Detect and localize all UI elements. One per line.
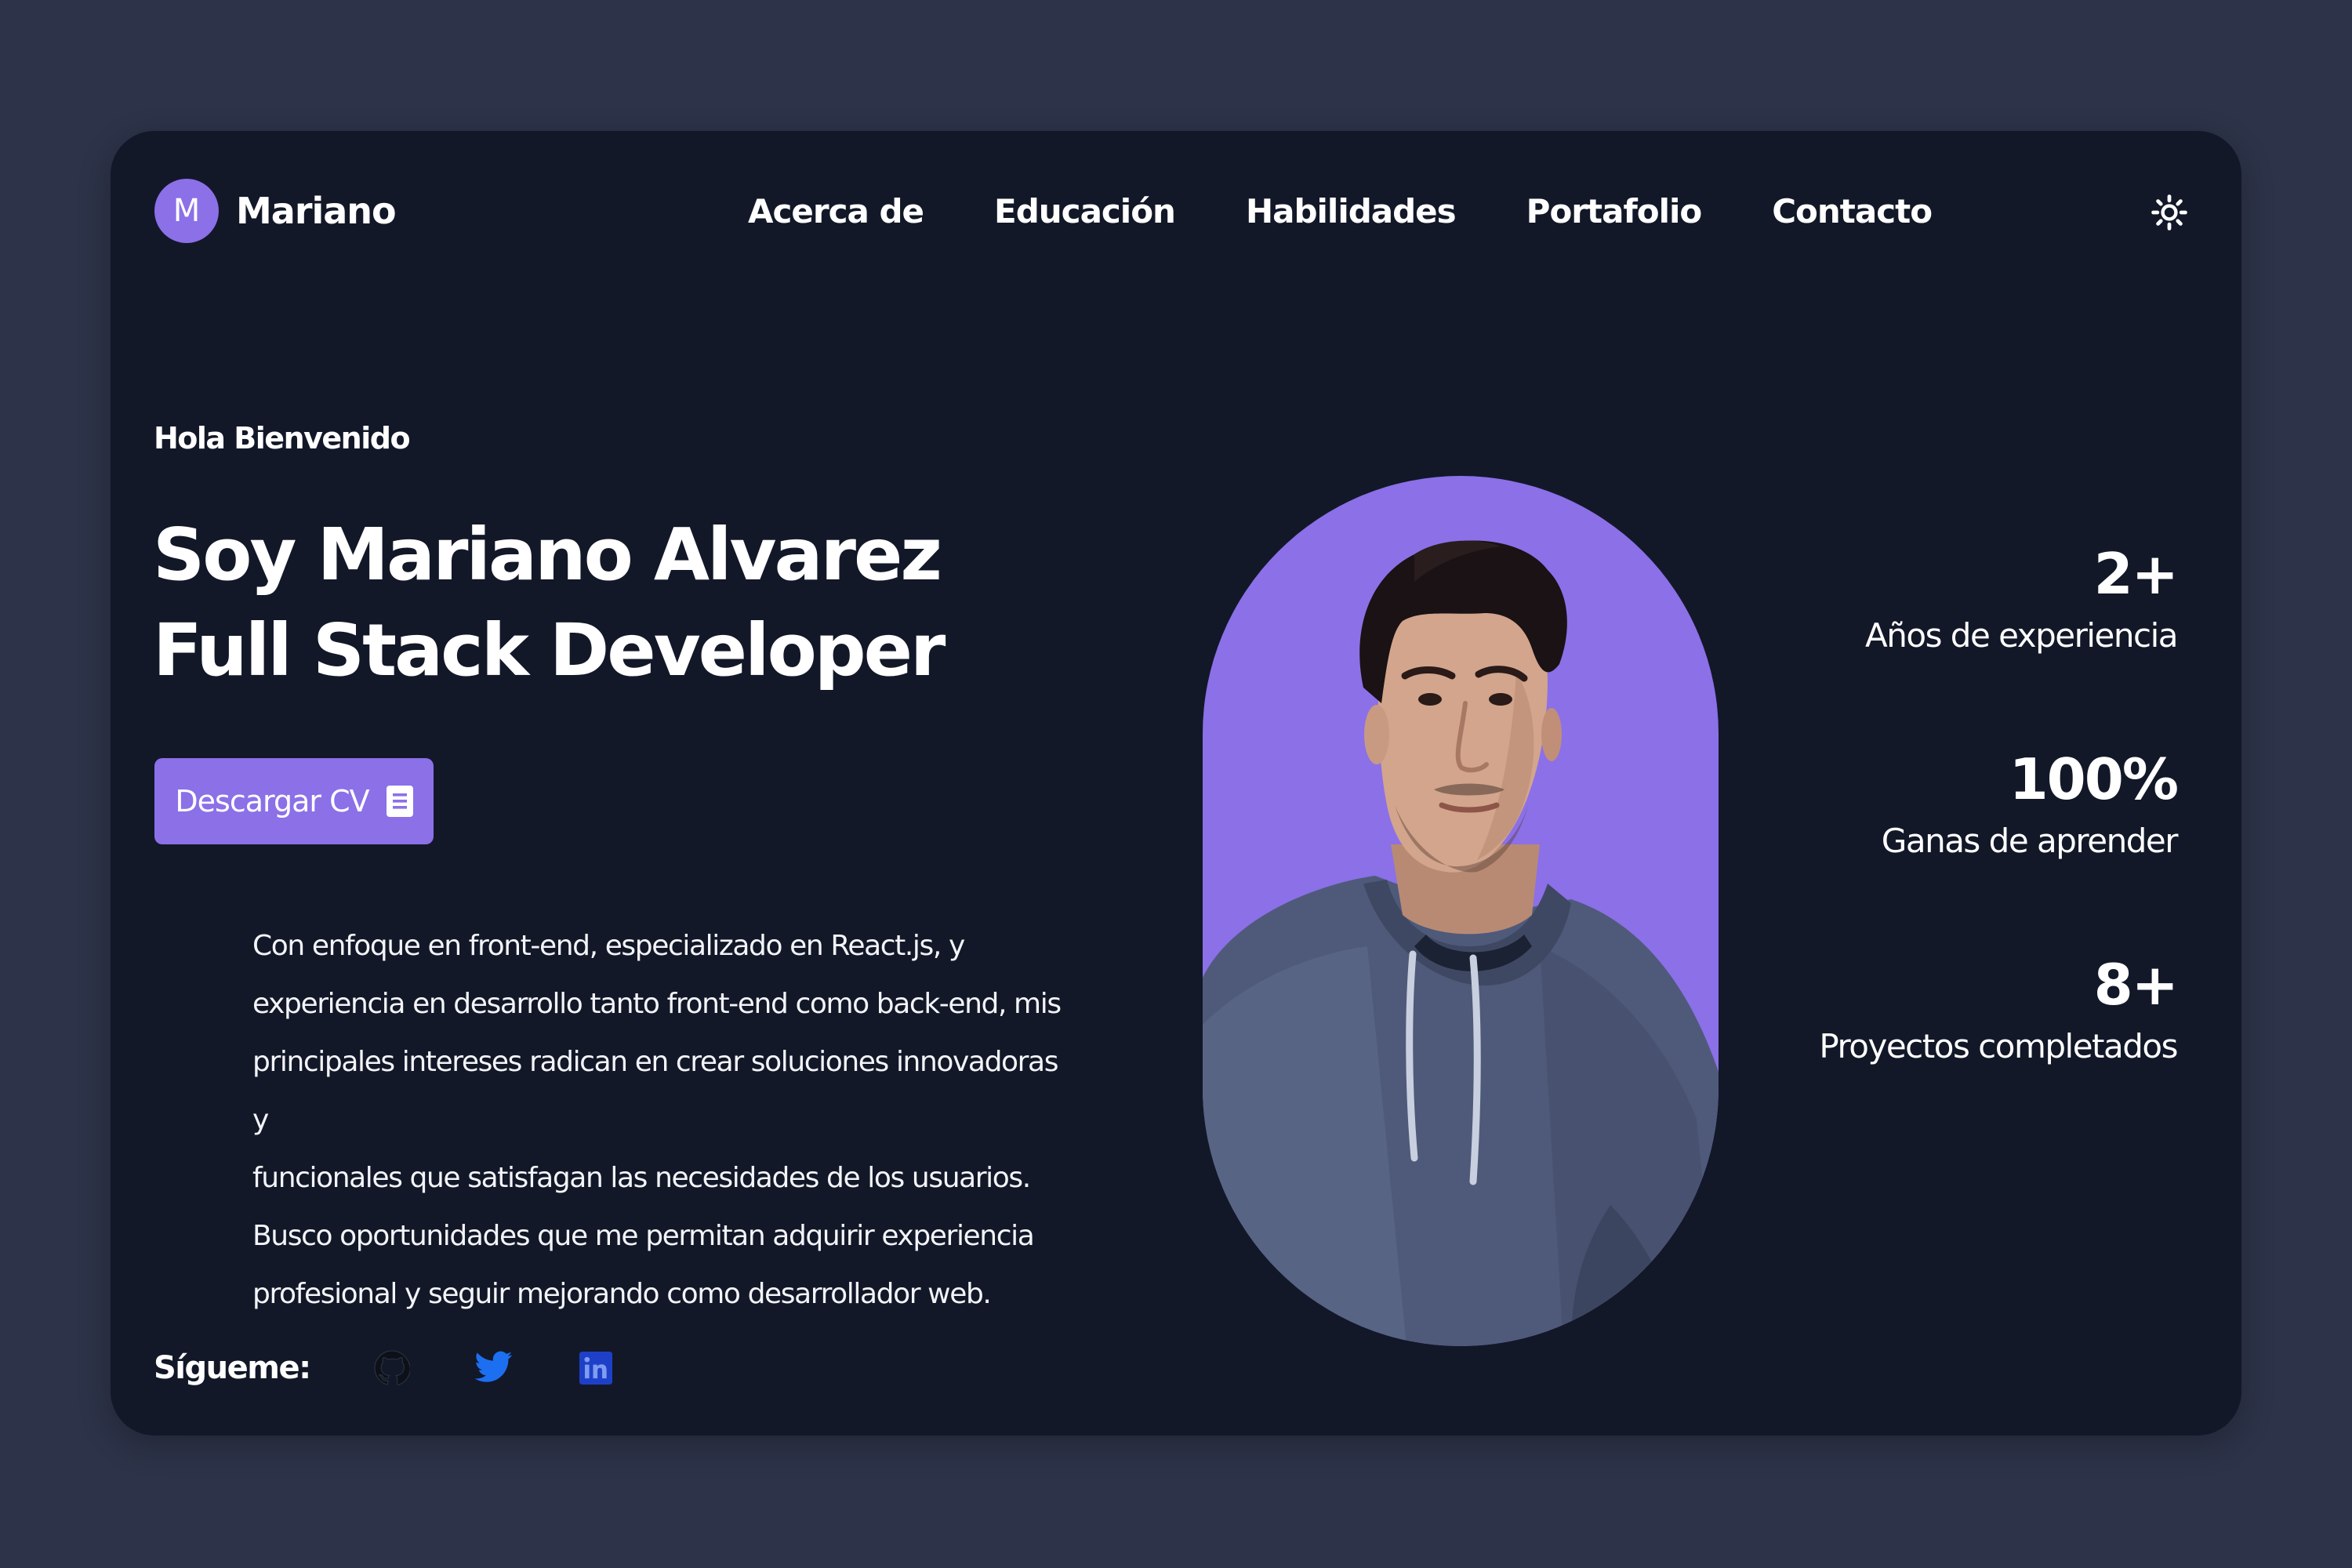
main-nav: Acerca de Educación Habilidades Portafol… bbox=[748, 192, 1933, 230]
linkedin-link[interactable] bbox=[575, 1348, 616, 1388]
stat-value: 100% bbox=[2009, 746, 2179, 812]
linkedin-icon bbox=[579, 1352, 612, 1385]
hero-title-role: Full Stack Developer bbox=[153, 608, 946, 692]
stat-label: Ganas de aprender bbox=[1881, 822, 2179, 860]
hero-title-name: Soy Mariano Alvarez bbox=[153, 513, 942, 597]
nav-link-educacion[interactable]: Educación bbox=[994, 192, 1176, 230]
follow-label: Sígueme: bbox=[154, 1350, 311, 1386]
stat-value: 8+ bbox=[2093, 952, 2179, 1018]
twitter-icon bbox=[474, 1351, 512, 1382]
brand[interactable]: M Mariano bbox=[154, 179, 397, 243]
description-line: Con enfoque en front-end, especializado … bbox=[252, 930, 965, 962]
social-links: Sígueme: bbox=[154, 1348, 677, 1388]
stat-experience: 2+ Años de experiencia bbox=[1819, 539, 2179, 658]
github-icon bbox=[373, 1350, 410, 1385]
description-line: principales intereses radican en crear s… bbox=[252, 1046, 1058, 1136]
stat-label: Proyectos completados bbox=[1819, 1027, 2178, 1065]
brand-avatar: M bbox=[154, 179, 219, 243]
profile-photo bbox=[1203, 476, 1719, 1346]
nav-link-contacto[interactable]: Contacto bbox=[1772, 192, 1933, 230]
description-line: funcionales que satisfagan las necesidad… bbox=[252, 1162, 1031, 1194]
nav-link-acerca-de[interactable]: Acerca de bbox=[748, 192, 924, 230]
hero-title: Soy Mariano Alvarez Full Stack Developer bbox=[153, 507, 946, 699]
person-illustration bbox=[1203, 540, 1719, 1346]
download-cv-button[interactable]: Descargar CV bbox=[154, 758, 434, 844]
description-line: experiencia en desarrollo tanto front-en… bbox=[252, 988, 1062, 1020]
theme-toggle-button[interactable] bbox=[2149, 192, 2190, 233]
stat-label: Años de experiencia bbox=[1865, 616, 2178, 655]
stat-projects: 8+ Proyectos completados bbox=[1819, 949, 2179, 1069]
brand-name: Mariano bbox=[236, 190, 397, 232]
nav-link-habilidades[interactable]: Habilidades bbox=[1246, 192, 1457, 230]
portfolio-card: M Mariano Acerca de Educación Habilidade… bbox=[111, 131, 2241, 1436]
hero-description: Con enfoque en front-end, especializado … bbox=[252, 917, 1076, 1323]
greeting: Hola Bienvenido bbox=[154, 421, 411, 456]
nav-link-portafolio[interactable]: Portafolio bbox=[1526, 192, 1703, 230]
download-cv-label: Descargar CV bbox=[175, 784, 369, 818]
sun-icon bbox=[2151, 194, 2187, 230]
twitter-link[interactable] bbox=[474, 1348, 514, 1388]
github-link[interactable] bbox=[372, 1348, 412, 1388]
stat-value: 2+ bbox=[2093, 541, 2179, 607]
stat-learning: 100% Ganas de aprender bbox=[1819, 744, 2179, 863]
description-line: profesional y seguir mejorando como desa… bbox=[252, 1278, 992, 1310]
description-line: Busco oportunidades que me permitan adqu… bbox=[252, 1220, 1035, 1252]
stats-panel: 2+ Años de experiencia 100% Ganas de apr… bbox=[1819, 539, 2179, 1155]
document-icon bbox=[386, 786, 413, 817]
